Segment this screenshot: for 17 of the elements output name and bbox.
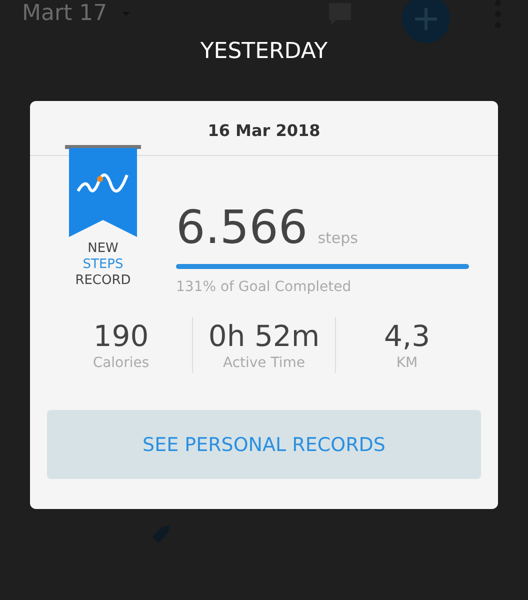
step-count: 6.566: [176, 200, 308, 254]
badge-text: RECORD: [75, 273, 131, 289]
dialog-title: YESTERDAY: [199, 39, 329, 66]
stat-label: Active Time: [222, 355, 306, 371]
personal-records-button[interactable]: SEE PERSONAL RECORDS: [47, 410, 481, 479]
stat-label: KM: [395, 355, 419, 371]
stat-value: 0h 52m: [207, 319, 321, 353]
ribbon-icon: [65, 145, 141, 237]
add-icon[interactable]: [402, 0, 450, 43]
badge-text: STEPS: [82, 257, 124, 273]
stat-value: 4,3: [382, 319, 432, 353]
step-unit: steps: [318, 229, 358, 247]
stat-label: Calories: [92, 355, 150, 371]
month-label: Mart 17: [22, 0, 108, 28]
stat-value: 190: [92, 319, 150, 353]
goal-text: 131% of Goal Completed: [176, 279, 352, 295]
badge-text: NEW: [88, 241, 118, 257]
